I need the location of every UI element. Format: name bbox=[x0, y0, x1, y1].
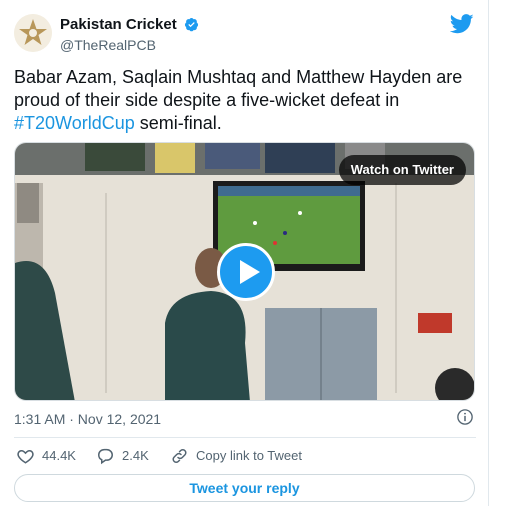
like-count: 44.4K bbox=[42, 448, 76, 463]
verified-badge-icon bbox=[185, 18, 199, 32]
video-thumbnail[interactable]: Watch on Twitter bbox=[14, 142, 475, 401]
pcb-star-logo-icon bbox=[14, 14, 52, 52]
play-icon[interactable] bbox=[217, 243, 275, 301]
tweet-your-reply-button[interactable]: Tweet your reply bbox=[14, 474, 475, 502]
author-name[interactable]: Pakistan Cricket bbox=[60, 16, 177, 33]
twitter-bird-icon[interactable] bbox=[450, 14, 474, 34]
tweet-header: Pakistan Cricket @TheRealPCB bbox=[14, 14, 476, 54]
tweet-text: Babar Azam, Saqlain Mushtaq and Matthew … bbox=[14, 66, 476, 135]
tweet-text-end: semi-final. bbox=[134, 113, 222, 133]
tweet-timestamp[interactable]: 1:31 AM · Nov 12, 2021 bbox=[14, 411, 161, 427]
tweet-card: Pakistan Cricket @TheRealPCB Babar Azam,… bbox=[0, 0, 489, 506]
hashtag-link[interactable]: #T20WorldCup bbox=[14, 113, 135, 133]
reply-count: 2.4K bbox=[122, 448, 149, 463]
heart-icon bbox=[17, 449, 34, 464]
author-handle[interactable]: @TheRealPCB bbox=[60, 37, 199, 53]
divider bbox=[14, 437, 476, 438]
author-info: Pakistan Cricket @TheRealPCB bbox=[60, 16, 199, 53]
tweet-text-body: Babar Azam, Saqlain Mushtaq and Matthew … bbox=[14, 67, 463, 110]
avatar[interactable] bbox=[14, 14, 52, 52]
watch-on-twitter-button[interactable]: Watch on Twitter bbox=[338, 155, 466, 185]
copy-link-label: Copy link to Tweet bbox=[196, 448, 302, 463]
info-icon[interactable] bbox=[456, 408, 474, 426]
link-icon bbox=[172, 448, 187, 464]
reply-icon bbox=[97, 448, 114, 465]
